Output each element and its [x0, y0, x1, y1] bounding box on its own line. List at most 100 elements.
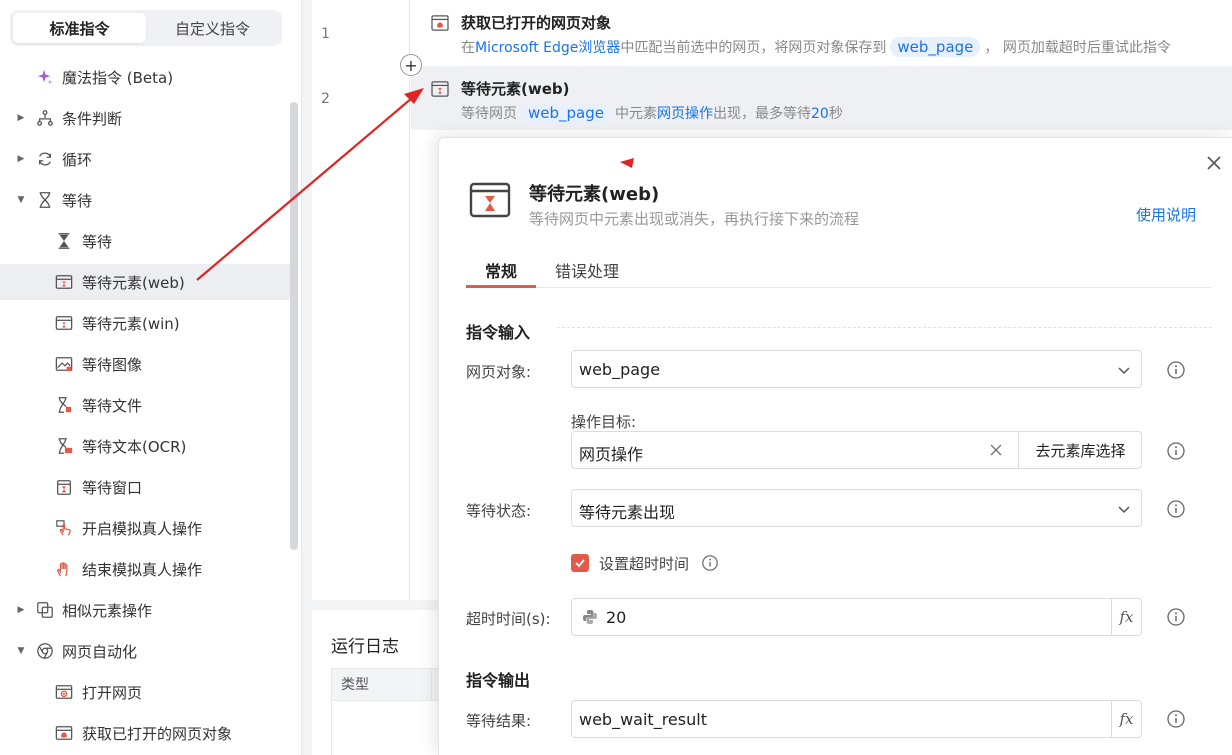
hand-stop-icon — [54, 559, 74, 579]
browser-hourglass-icon — [469, 182, 511, 218]
info-icon[interactable] — [701, 554, 719, 572]
sidebar-item-wait-element-web[interactable]: 等待元素(web) — [0, 264, 290, 300]
fx-expression-button[interactable]: fx — [1111, 701, 1141, 737]
dialog-title: 等待元素(web) — [529, 184, 660, 205]
sidebar-item-label: 等待窗口 — [82, 478, 143, 497]
flow-step-get-webpage[interactable]: 获取已打开的网页对象 在Microsoft Edge浏览器中匹配当前选中的网页，… — [411, 0, 1232, 64]
log-column-type[interactable]: 类型 — [332, 668, 432, 701]
branch-icon — [35, 108, 55, 128]
sidebar-item-wait-window[interactable]: 等待窗口 — [0, 469, 290, 505]
file-hourglass-icon — [54, 395, 74, 415]
sidebar-item-wait-text-ocr[interactable]: 等待文本(OCR) — [0, 428, 290, 464]
sidebar-item-label: 等待 — [82, 232, 113, 251]
wait-result-input[interactable]: web_wait_result fx — [571, 700, 1142, 738]
timeout-input[interactable]: 20 fx — [571, 598, 1142, 636]
copy-icon — [35, 600, 55, 620]
wait-result-label: 等待结果: — [466, 712, 532, 730]
web-object-value: web_page — [579, 360, 661, 379]
sidebar-item-label: 等待元素(web) — [82, 273, 185, 292]
wait-state-value: 等待元素出现 — [579, 503, 676, 522]
sidebar-item-wait-group[interactable]: ▼ 等待 — [0, 182, 290, 218]
sidebar-item-wait[interactable]: 等待 — [0, 223, 290, 259]
line-number: 1 — [321, 26, 330, 42]
tab-standard-instructions[interactable]: 标准指令 — [13, 13, 146, 43]
caret-right-icon[interactable]: ▶ — [16, 113, 26, 123]
sidebar-item-label: 等待文件 — [82, 396, 143, 415]
sidebar-item-loop[interactable]: ▶ 循环 — [0, 141, 290, 177]
timeout-checkbox[interactable] — [571, 554, 589, 572]
web-object-label: 网页对象: — [466, 363, 532, 381]
sidebar-item-label: 网页自动化 — [62, 642, 138, 661]
instruction-type-switch: 标准指令 自定义指令 — [10, 10, 282, 46]
timeout-checkbox-label: 设置超时时间 — [599, 555, 690, 573]
info-icon[interactable] — [1166, 607, 1186, 627]
instruction-config-dialog: 等待元素(web) 等待网页中元素出现或消失，再执行接下来的流程 使用说明 常规… — [438, 137, 1232, 755]
info-icon[interactable] — [1166, 360, 1186, 380]
browser-hourglass-icon — [54, 272, 74, 292]
tab-custom-instructions[interactable]: 自定义指令 — [146, 13, 279, 43]
target-element-link[interactable]: 网页操作 — [657, 106, 713, 122]
sidebar-item-magic[interactable]: 魔法指令 (Beta) — [0, 59, 290, 95]
sidebar-item-web-automation[interactable]: ▼ 网页自动化 — [0, 633, 290, 669]
browser-link[interactable]: Microsoft Edge浏览器 — [475, 40, 620, 56]
usage-help-link[interactable]: 使用说明 — [1136, 204, 1196, 225]
image-icon — [54, 354, 74, 374]
sidebar-item-label: 等待文本(OCR) — [82, 437, 187, 456]
step-title: 获取已打开的网页对象 — [461, 14, 612, 32]
sidebar-item-label: 魔法指令 (Beta) — [62, 68, 174, 87]
info-icon[interactable] — [1166, 709, 1186, 729]
sidebar-item-similar-elements[interactable]: ▶ 相似元素操作 — [0, 592, 290, 628]
sidebar-item-open-webpage[interactable]: 打开网页 — [0, 674, 290, 710]
tab-error-handling[interactable]: 错误处理 — [555, 258, 619, 282]
wait-state-label: 等待状态: — [466, 502, 532, 520]
window-hourglass-icon — [54, 313, 74, 333]
timeout-label: 超时时间(s): — [466, 610, 551, 628]
sidebar-item-end-human-simulation[interactable]: 结束模拟真人操作 — [0, 551, 290, 587]
timeout-value: 20 — [810, 106, 829, 122]
sidebar-item-condition[interactable]: ▶ 条件判断 — [0, 100, 290, 136]
sidebar-scrollbar[interactable] — [290, 102, 298, 550]
log-title: 运行日志 — [331, 637, 399, 657]
fx-expression-button[interactable]: fx — [1111, 599, 1141, 635]
sidebar-item-wait-file[interactable]: 等待文件 — [0, 387, 290, 423]
select-from-element-library-button[interactable]: 去元素库选择 — [1018, 432, 1142, 468]
sidebar-item-label: 等待 — [62, 191, 93, 210]
browser-get-icon — [431, 15, 449, 31]
info-icon[interactable] — [1166, 441, 1186, 461]
sidebar-item-wait-element-win[interactable]: 等待元素(win) — [0, 305, 290, 341]
target-label: 操作目标: — [571, 413, 637, 431]
section-title-input: 指令输入 — [466, 323, 531, 342]
browser-open-icon — [54, 682, 74, 702]
target-input[interactable]: 网页操作 去元素库选择 — [571, 431, 1142, 469]
timeout-value: 20 — [606, 608, 627, 627]
caret-right-icon[interactable]: ▶ — [16, 154, 26, 164]
chrome-icon — [35, 641, 55, 661]
wait-state-select[interactable]: 等待元素出现 — [571, 489, 1142, 527]
step-description: 在Microsoft Edge浏览器中匹配当前选中的网页，将网页对象保存到 web… — [461, 37, 1171, 57]
caret-right-icon[interactable]: ▶ — [16, 605, 26, 615]
caret-down-icon[interactable]: ▼ — [16, 646, 26, 656]
flow-step-wait-element-web[interactable]: 等待元素(web) 等待网页 web_page 中元素网页操作出现，最多等待20秒 — [411, 66, 1232, 130]
sidebar-item-wait-image[interactable]: 等待图像 — [0, 346, 290, 382]
sidebar-item-label: 获取已打开的网页对象 — [82, 724, 233, 743]
sidebar-item-label: 等待元素(win) — [82, 314, 180, 333]
clear-icon[interactable] — [988, 442, 1004, 458]
info-icon[interactable] — [1166, 499, 1186, 519]
sidebar-item-get-opened-webpage[interactable]: 获取已打开的网页对象 — [0, 715, 290, 751]
sidebar-item-label: 开启模拟真人操作 — [82, 519, 203, 538]
loop-icon — [35, 149, 55, 169]
dialog-tabs: 常规 错误处理 — [466, 248, 1211, 288]
sidebar-item-start-human-simulation[interactable]: 开启模拟真人操作 — [0, 510, 290, 546]
sidebar-item-label: 结束模拟真人操作 — [82, 560, 203, 579]
target-value: 网页操作 — [579, 445, 644, 464]
instruction-sidebar: 标准指令 自定义指令 魔法指令 (Beta) ▶ 条件判断 ▶ 循环 ▼ 等待 — [0, 0, 302, 755]
tab-general[interactable]: 常规 — [485, 258, 517, 282]
variable-chip[interactable]: web_page — [521, 103, 611, 123]
insert-step-button[interactable]: + — [400, 54, 422, 76]
variable-chip[interactable]: web_page — [890, 37, 981, 57]
section-title-output: 指令输出 — [466, 671, 531, 690]
caret-down-icon[interactable]: ▼ — [16, 195, 26, 205]
web-object-select[interactable]: web_page — [571, 350, 1142, 388]
section-divider — [557, 327, 1212, 328]
close-icon[interactable] — [1205, 154, 1223, 172]
